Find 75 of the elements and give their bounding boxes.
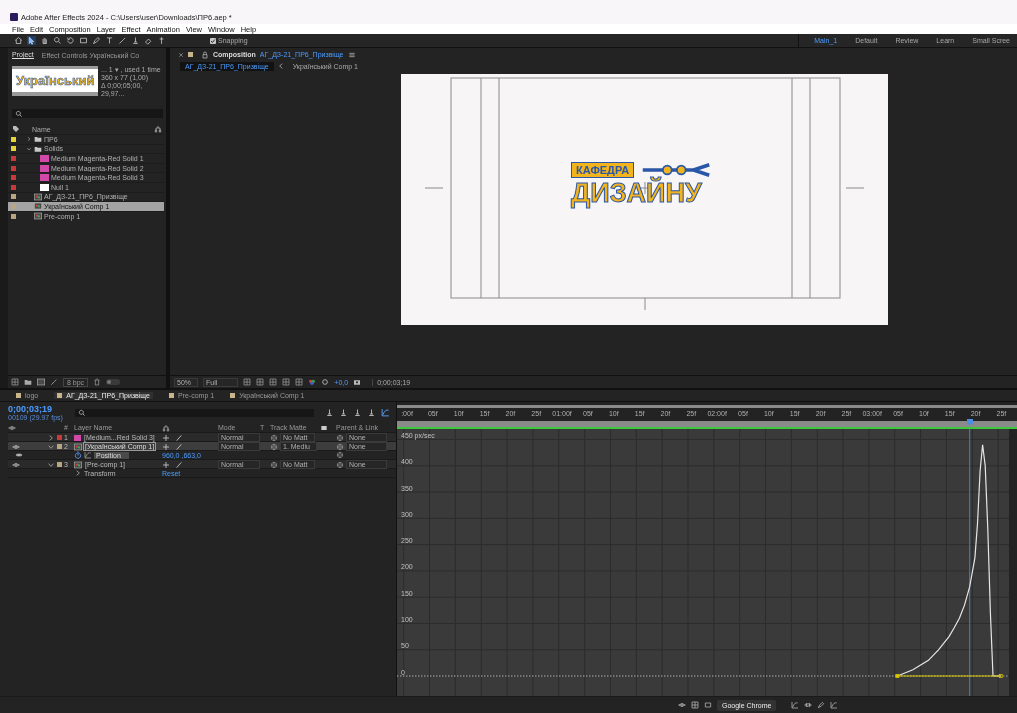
pick-whip-icon[interactable] <box>336 433 344 442</box>
caret-icon[interactable] <box>26 136 32 143</box>
view-option-icon[interactable] <box>256 378 265 386</box>
composition-icon[interactable] <box>37 378 45 386</box>
tag-icon <box>12 125 20 133</box>
selection-arrow-icon[interactable] <box>27 36 36 45</box>
matte-icon <box>320 423 328 432</box>
type-tool-icon[interactable] <box>105 36 114 45</box>
composition-icon <box>74 460 82 469</box>
solid-swatch-icon <box>74 434 81 441</box>
view-option-icon[interactable] <box>282 378 291 386</box>
search-icon <box>78 408 86 417</box>
toggle-switch[interactable] <box>106 379 121 385</box>
color-channels-icon[interactable] <box>308 378 317 386</box>
matte-source-icon[interactable] <box>270 442 278 451</box>
logo-text: КАФЕДРА <box>571 162 635 178</box>
search-icon <box>15 109 23 118</box>
eye-icon[interactable] <box>12 460 20 469</box>
brush-icon[interactable] <box>118 36 127 45</box>
label-color-icon <box>188 52 193 57</box>
lock-icon[interactable] <box>201 50 209 59</box>
keyframe-marker[interactable] <box>895 674 900 678</box>
matte-source-icon[interactable] <box>270 460 278 469</box>
stopwatch-icon[interactable] <box>74 451 82 459</box>
rotate-icon[interactable] <box>66 36 75 45</box>
composition-icon <box>74 442 82 451</box>
zoom-icon[interactable] <box>53 36 62 45</box>
pick-whip-icon[interactable] <box>336 460 344 469</box>
layer-switch-icon[interactable] <box>162 442 170 451</box>
eraser-icon[interactable] <box>144 36 153 45</box>
chevron-icon <box>276 62 285 70</box>
brush-icon[interactable] <box>50 378 58 386</box>
folder-icon[interactable] <box>24 378 32 386</box>
thumbnail-text: Український <box>16 73 95 88</box>
snapping-checkbox[interactable] <box>210 37 216 44</box>
eye-icon[interactable] <box>12 442 20 451</box>
graph-editor-icon[interactable] <box>381 408 390 417</box>
close-icon[interactable] <box>178 51 184 58</box>
view-option-icon[interactable] <box>243 378 252 386</box>
graph-icon[interactable] <box>84 451 92 459</box>
app-logo-icon <box>10 13 18 21</box>
hand-icon[interactable] <box>40 36 49 45</box>
graph-icon[interactable] <box>791 701 800 709</box>
view-option-icon[interactable] <box>269 378 278 386</box>
layer-switch-icon[interactable] <box>162 433 170 442</box>
camera-icon[interactable] <box>353 378 362 386</box>
pick-whip-icon[interactable] <box>336 451 344 459</box>
grid-icon[interactable] <box>691 701 699 709</box>
caret-icon[interactable] <box>74 469 82 477</box>
current-time[interactable]: 0;00;03;19 <box>8 404 70 414</box>
playhead-icon[interactable] <box>966 419 973 425</box>
frame-icon[interactable] <box>704 701 712 709</box>
search-field[interactable] <box>75 408 314 417</box>
caret-icon[interactable] <box>47 433 55 442</box>
matte-source-icon[interactable] <box>270 433 278 442</box>
view-option-icon[interactable] <box>295 378 304 386</box>
solid-swatch-icon <box>40 164 49 172</box>
home-icon[interactable] <box>14 36 23 45</box>
keyframe-navigator-icon[interactable] <box>804 701 813 709</box>
stamp-icon[interactable] <box>131 36 140 45</box>
pen-icon[interactable] <box>92 36 101 45</box>
pen-icon[interactable] <box>817 701 826 709</box>
trash-icon[interactable] <box>93 378 102 386</box>
graph-icon[interactable] <box>830 701 839 709</box>
pick-whip-icon[interactable] <box>336 442 344 451</box>
layer-switch-icon[interactable] <box>162 460 170 469</box>
av-switches-icon <box>8 423 16 432</box>
search-field[interactable] <box>12 109 163 118</box>
keyframe-marker[interactable] <box>998 674 1003 678</box>
exposure-icon[interactable] <box>321 378 330 386</box>
solid-swatch-icon <box>40 155 49 162</box>
logo-text: ДИЗАЙНУ <box>571 178 703 208</box>
menu-icon[interactable] <box>347 50 356 59</box>
eye-icon[interactable] <box>678 701 686 709</box>
caret-icon[interactable] <box>26 145 32 152</box>
